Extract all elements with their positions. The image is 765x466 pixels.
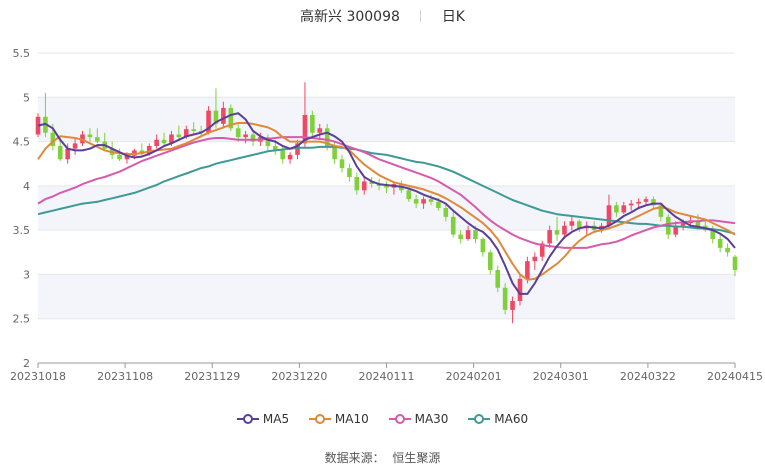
candle-body [95,137,100,142]
legend: MA5 MA10 MA30 MA60 [0,412,765,428]
candle-body [569,221,575,226]
candle-body [191,129,197,131]
candle-body [628,203,634,206]
legend-marker-ma60 [468,414,491,424]
candle-body [310,115,315,133]
legend-item-ma10[interactable]: MA10 [308,412,369,426]
data-source: 数据来源： 恒生聚源 [0,449,765,466]
y-tick-label: 3 [23,268,30,281]
x-tick-label: 20240322 [620,370,676,383]
background-bands [38,97,735,319]
source-name: 恒生聚源 [392,451,441,465]
candle-body [117,154,122,160]
candle-body [606,205,612,226]
legend-item-ma60[interactable]: MA60 [468,412,528,426]
candle-body [680,223,686,226]
candle-body [717,239,723,248]
candle-body [436,201,441,208]
candle-body [450,216,456,235]
candle-body [510,301,515,310]
legend-label-ma10: MA10 [334,412,369,426]
legend-marker-ma30 [388,414,411,424]
candle-body [554,230,560,235]
candle-body [161,139,167,144]
x-tick-label: 20231018 [10,370,66,383]
legend-label-ma5: MA5 [262,412,290,426]
x-tick-label: 20240111 [359,370,415,383]
y-axis: 2 2.5 3 3.5 4 4.5 5 5.5 [13,47,31,370]
y-tick-label: 5 [23,91,30,104]
legend-item-ma5[interactable]: MA5 [236,412,290,426]
legend-marker-ma5 [236,414,259,424]
candle-body [488,252,493,270]
x-tick-label: 20240301 [533,370,589,383]
x-tick-label: 20240201 [446,370,502,383]
grid-band [38,97,735,142]
candle-body [354,177,360,191]
legend-marker-ma10 [308,414,331,424]
y-tick-label: 2 [23,357,30,370]
candle-body [72,143,78,149]
y-tick-label: 2.5 [13,313,31,326]
x-tick-label: 20231129 [184,370,240,383]
x-tick-label: 20231108 [97,370,153,383]
y-tick-label: 4 [23,180,30,193]
candle-body [495,270,501,288]
candle-body [732,256,738,270]
candle-body [280,150,285,160]
legend-item-ma30[interactable]: MA30 [388,412,449,426]
candle-body [421,199,426,204]
candle-body [547,230,552,244]
candle-body [532,256,538,262]
candle-body [243,134,248,138]
candle-body [406,190,412,200]
candle-body [525,261,530,279]
y-tick-label: 4.5 [13,136,31,149]
candle-body [614,205,619,213]
x-tick-label: 20240415 [707,370,763,383]
candle-body [57,146,63,160]
legend-label-ma60: MA60 [494,412,529,426]
legend-label-ma30: MA30 [414,412,449,426]
candle-body [458,234,463,239]
candle-body [339,159,345,169]
candle-body [636,201,641,204]
candle-body [154,139,159,146]
candle-body [287,154,293,160]
source-label: 数据来源： [324,451,385,465]
candle-body [87,134,93,138]
candle-body [502,287,508,310]
candle-body [221,107,226,124]
candle-body [643,199,649,202]
candle-body [361,181,367,191]
candle-body [621,205,627,213]
y-tick-label: 3.5 [13,224,31,237]
grid-band [38,274,735,319]
candle-body [413,199,419,204]
candle-body [465,230,471,239]
candle-body [725,247,730,253]
candle-body [347,168,352,177]
candle-body [473,230,478,239]
candlestick-chart: 2 2.5 3 3.5 4 4.5 5 5.5 20231018 20231108 2023112… [10,47,763,383]
candle-body [562,225,567,235]
candle-body [235,128,241,138]
candle-body [65,148,70,160]
candle-body [317,128,323,133]
candle-body [428,199,434,202]
x-axis: 20231018 20231108 20231129 20231220 20240111… [10,362,763,383]
candle-body [443,208,449,217]
candle-body [176,134,182,138]
candle-body [480,239,486,253]
x-tick-label: 20231220 [271,370,327,383]
y-tick-label: 5.5 [13,47,31,60]
